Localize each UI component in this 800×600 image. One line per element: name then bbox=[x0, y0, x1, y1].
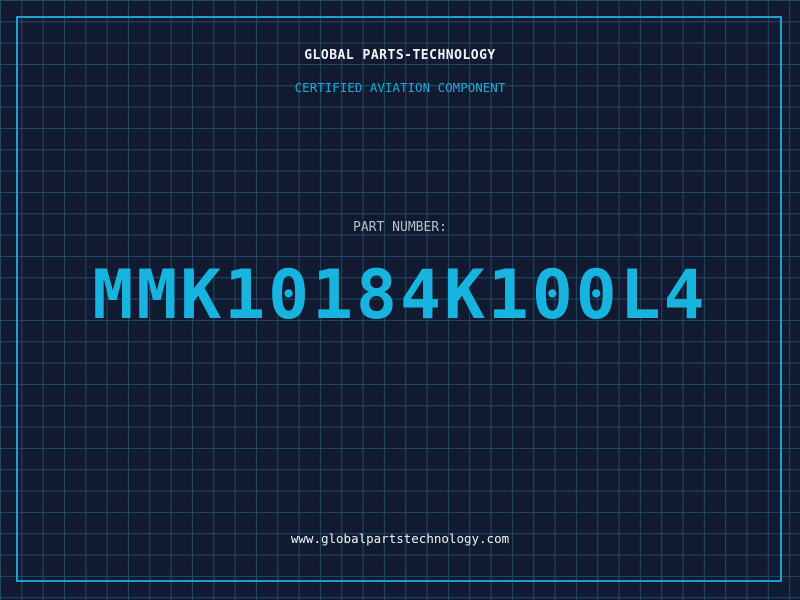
company-name: GLOBAL PARTS-TECHNOLOGY bbox=[304, 48, 496, 63]
part-number-value: MMK10184K100L4 bbox=[92, 256, 708, 335]
part-number-label: PART NUMBER: bbox=[353, 220, 447, 235]
part-card: GLOBAL PARTS-TECHNOLOGY CERTIFIED AVIATI… bbox=[0, 0, 800, 600]
certification-subtitle: CERTIFIED AVIATION COMPONENT bbox=[294, 80, 506, 95]
website-url: www.globalpartstechnology.com bbox=[290, 531, 510, 546]
